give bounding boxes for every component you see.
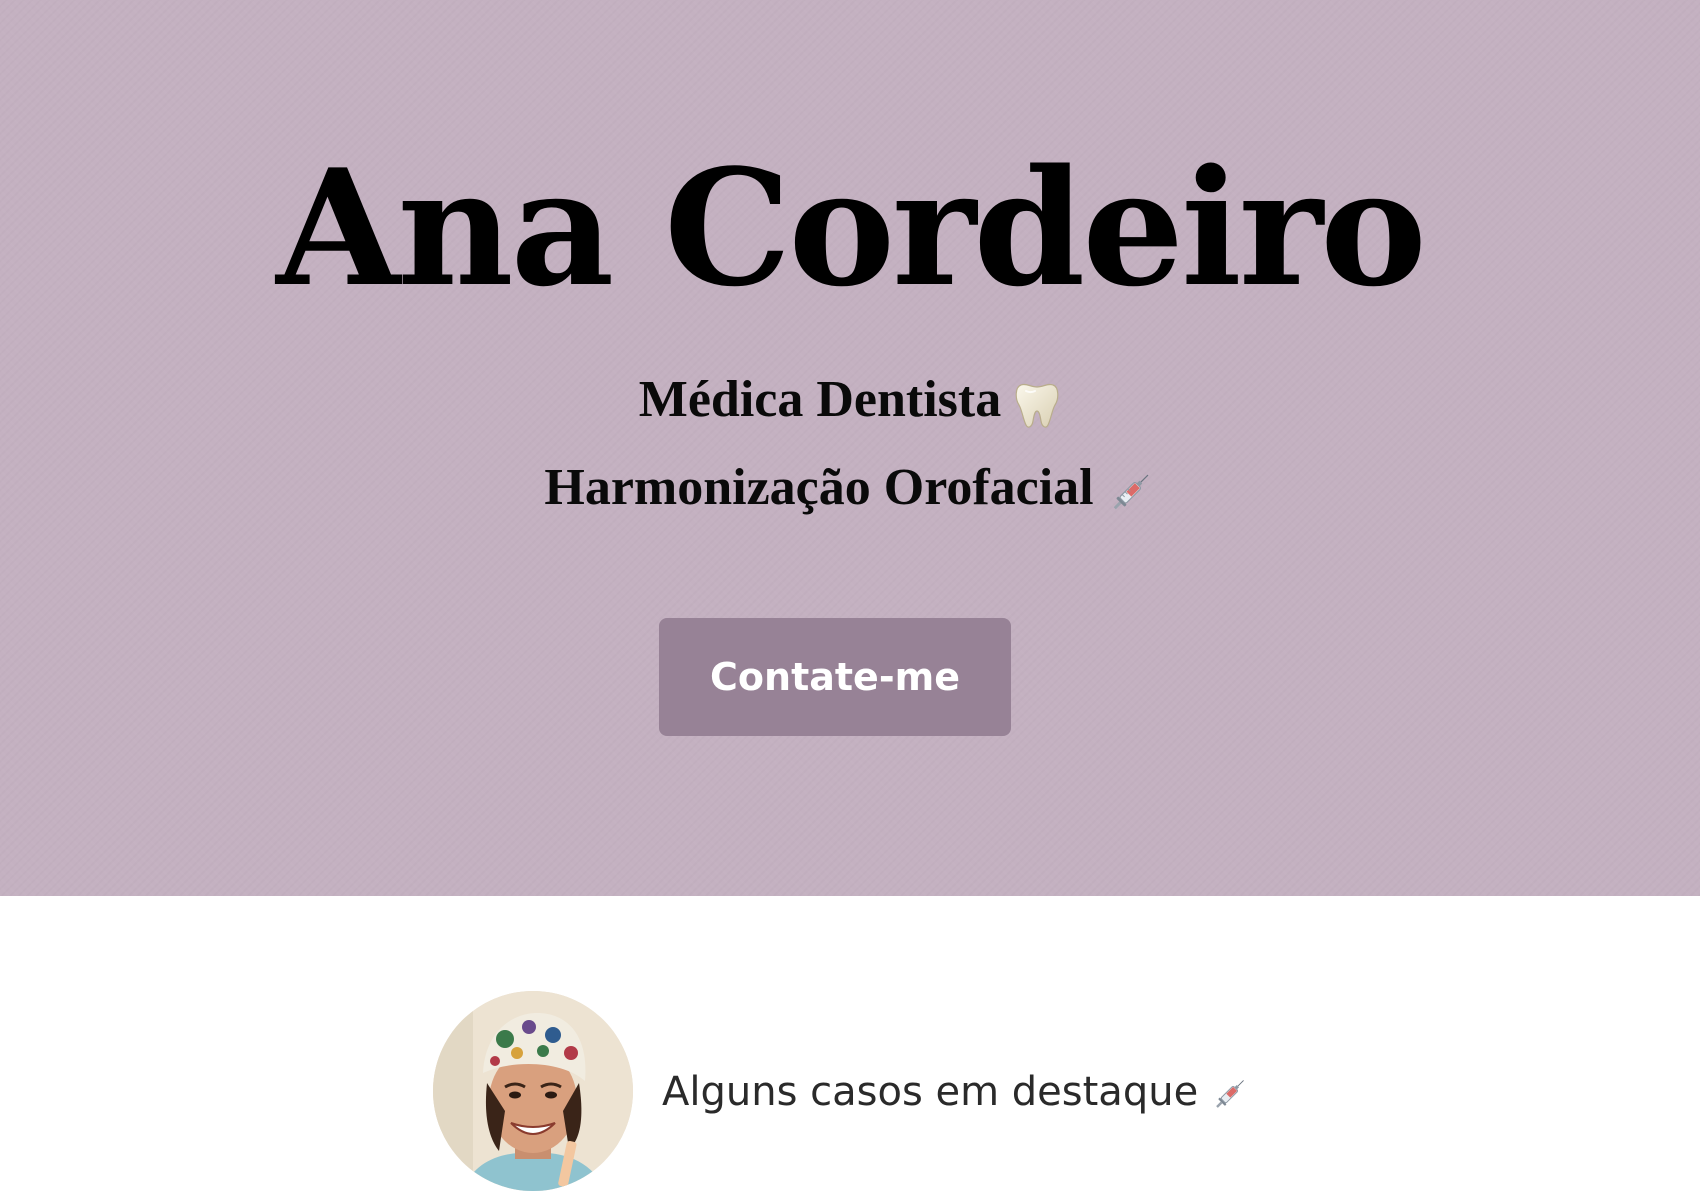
hero-section: Ana Cordeiro Médica Dentista Harmonizaçã… — [0, 0, 1700, 896]
contact-button[interactable]: Contate-me — [659, 618, 1011, 736]
featured-cases-text: Alguns casos em destaque — [662, 1069, 1199, 1115]
specialty-text: Harmonização Orofacial — [544, 459, 1094, 516]
tooth-icon — [1013, 379, 1061, 429]
profession-text: Médica Dentista — [638, 371, 1002, 428]
hero-subtitle-specialty: Harmonização Orofacial — [0, 453, 1700, 523]
profile-avatar — [433, 991, 633, 1191]
hero-subtitle-profession: Médica Dentista — [0, 365, 1700, 435]
featured-cases-heading: Alguns casos em destaque — [662, 1062, 1250, 1122]
hero-title: Ana Cordeiro — [276, 134, 1427, 322]
syringe-icon — [1106, 467, 1156, 517]
syringe-icon — [1210, 1074, 1250, 1114]
profile-photo — [433, 991, 633, 1191]
